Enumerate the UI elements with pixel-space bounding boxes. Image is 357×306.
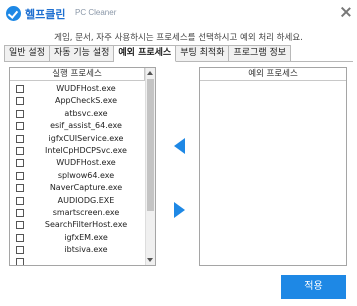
list-item[interactable]: AUDIODG.EXE bbox=[10, 195, 146, 207]
list-item[interactable]: esif_assist_64.exe bbox=[10, 120, 146, 132]
list-item[interactable]: atbsvc.exe bbox=[10, 108, 146, 120]
list-item[interactable]: smartscreen.exe bbox=[10, 207, 146, 219]
exception-process-list[interactable]: 예외 프로세스 bbox=[199, 67, 347, 266]
process-name: AppCheckS.exe bbox=[54, 96, 118, 106]
list-item[interactable]: IntelCpHDCPSvc.exe bbox=[10, 145, 146, 157]
list-item[interactable]: ibtsiva.exe bbox=[10, 244, 146, 256]
process-name: NaverCapture.exe bbox=[49, 183, 123, 193]
process-name: WUDFHost.exe bbox=[56, 158, 116, 168]
process-checkbox[interactable] bbox=[16, 97, 24, 106]
process-checkbox[interactable] bbox=[16, 208, 24, 217]
running-process-rows: WUDFHost.exe AppCheckS.exe atbsvc.exe es… bbox=[10, 83, 146, 265]
running-process-header: 실행 프로세스 bbox=[10, 68, 145, 81]
list-item[interactable]: splwow64.exe bbox=[10, 170, 146, 182]
exception-process-header: 예외 프로세스 bbox=[200, 68, 346, 81]
process-name: IntelCpHDCPSvc.exe bbox=[45, 145, 127, 155]
process-checkbox[interactable] bbox=[16, 196, 24, 205]
process-name: ibtsiva.exe bbox=[64, 245, 108, 255]
process-name: esif_assist_64.exe bbox=[50, 121, 122, 131]
process-checkbox[interactable] bbox=[16, 159, 24, 168]
process-checkbox[interactable] bbox=[16, 146, 24, 155]
app-title: 헬프클린 bbox=[25, 8, 66, 21]
running-process-list[interactable]: 실행 프로세스 WUDFHost.exe AppCheckS.exe atbsv… bbox=[9, 67, 156, 266]
app-logo-icon bbox=[6, 6, 21, 21]
apply-button[interactable]: 적용 bbox=[281, 275, 346, 299]
process-list-scrollbar[interactable] bbox=[145, 68, 155, 265]
tab-auto-settings[interactable]: 자동 기능 설정 bbox=[49, 45, 115, 62]
process-checkbox[interactable] bbox=[16, 171, 24, 180]
tab-bar: 일반 설정 자동 기능 설정 예외 프로세스 부팅 최적화 프로그램 정보 bbox=[4, 45, 292, 62]
close-icon[interactable] bbox=[339, 5, 353, 19]
process-checkbox[interactable] bbox=[16, 134, 24, 143]
list-item[interactable]: NaverCapture.exe bbox=[10, 182, 146, 194]
list-item[interactable] bbox=[10, 256, 146, 265]
list-item[interactable]: igfxCUIService.exe bbox=[10, 133, 146, 145]
tab-program-info[interactable]: 프로그램 정보 bbox=[229, 45, 292, 62]
process-checkbox[interactable] bbox=[16, 85, 24, 93]
move-left-arrow-icon[interactable] bbox=[174, 138, 185, 154]
process-name: splwow64.exe bbox=[57, 170, 115, 180]
list-item[interactable]: AppCheckS.exe bbox=[10, 95, 146, 107]
scroll-down-icon[interactable] bbox=[147, 258, 153, 262]
process-checkbox[interactable] bbox=[16, 221, 24, 230]
tab-general-settings[interactable]: 일반 설정 bbox=[4, 45, 50, 62]
process-checkbox[interactable] bbox=[16, 246, 24, 255]
process-checkbox[interactable] bbox=[16, 258, 24, 265]
app-subtitle: PC Cleaner bbox=[75, 8, 117, 17]
tab-boot-optimization[interactable]: 부팅 최적화 bbox=[176, 45, 230, 62]
list-item[interactable]: SearchFilterHost.exe bbox=[10, 219, 146, 231]
process-checkbox[interactable] bbox=[16, 184, 24, 193]
description-text: 게임, 문서, 자주 사용하시는 프로세스를 선택하시고 예외 처리 하세요. bbox=[54, 33, 303, 43]
list-item[interactable]: igfxEM.exe bbox=[10, 232, 146, 244]
title-bar: 헬프클린 PC Cleaner bbox=[0, 0, 357, 26]
process-name: igfxEM.exe bbox=[64, 232, 108, 242]
process-checkbox[interactable] bbox=[16, 122, 24, 131]
process-checkbox[interactable] bbox=[16, 233, 24, 242]
process-name: igfxCUIService.exe bbox=[48, 133, 124, 143]
tab-exception-process[interactable]: 예외 프로세스 bbox=[114, 45, 177, 62]
process-name: smartscreen.exe bbox=[52, 207, 120, 217]
list-item[interactable]: WUDFHost.exe bbox=[10, 157, 146, 169]
process-name: atbsvc.exe bbox=[64, 108, 108, 118]
process-name: AUDIODG.EXE bbox=[57, 195, 115, 205]
process-name: WUDFHost.exe bbox=[56, 84, 116, 93]
list-item[interactable]: WUDFHost.exe bbox=[10, 83, 146, 95]
process-checkbox[interactable] bbox=[16, 109, 24, 118]
process-name: SearchFilterHost.exe bbox=[44, 220, 128, 230]
scroll-thumb[interactable] bbox=[147, 79, 154, 211]
move-right-arrow-icon[interactable] bbox=[174, 202, 185, 218]
scroll-up-icon[interactable] bbox=[147, 71, 153, 75]
